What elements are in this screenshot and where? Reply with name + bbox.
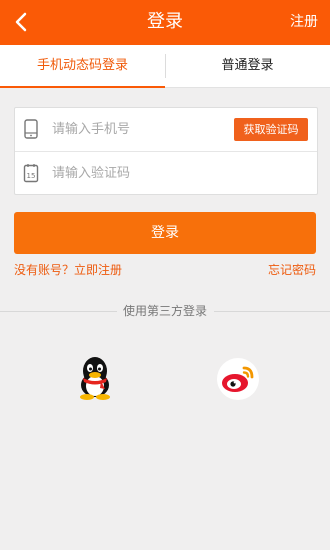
tab-dynamic-code-login[interactable]: 手机动态码登录 [0, 45, 165, 88]
phone-input[interactable] [52, 119, 202, 139]
register-now-link[interactable]: 没有账号？立即注册 [14, 261, 122, 279]
svg-text:15: 15 [27, 172, 36, 180]
weibo-icon[interactable] [217, 358, 259, 400]
calendar-code-icon: 15 [23, 164, 39, 183]
get-code-button[interactable]: 获取验证码 [234, 118, 308, 141]
verification-code-input[interactable] [52, 163, 292, 183]
login-form: 获取验证码 15 [14, 107, 318, 195]
top-bar: 登录 注册 [0, 0, 330, 45]
login-button[interactable]: 登录 [14, 212, 316, 254]
page-title: 登录 [147, 11, 183, 32]
code-row: 15 [15, 151, 317, 195]
phone-icon [24, 119, 38, 139]
forgot-password-link[interactable]: 忘记密码 [268, 261, 316, 279]
third-party-label: 使用第三方登录 [0, 302, 330, 320]
tab-normal-login[interactable]: 普通登录 [165, 45, 330, 87]
login-tabs: 手机动态码登录 普通登录 [0, 45, 330, 88]
qq-icon[interactable] [75, 355, 115, 401]
register-button[interactable]: 注册 [290, 12, 318, 32]
phone-row: 获取验证码 [15, 108, 317, 151]
